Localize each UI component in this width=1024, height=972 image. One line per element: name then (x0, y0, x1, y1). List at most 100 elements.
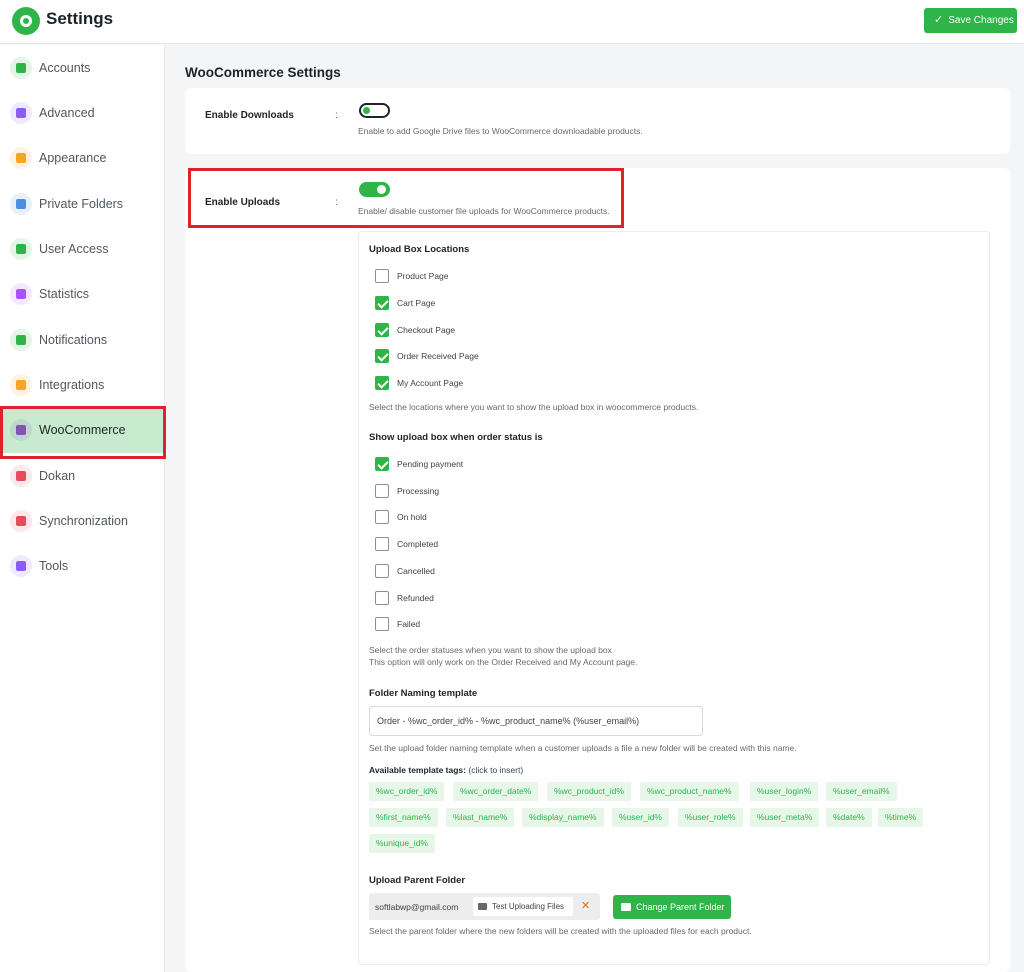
sidebar-item-user-access[interactable]: User Access (0, 227, 165, 272)
status-checkbox[interactable] (375, 537, 389, 552)
template-tag[interactable]: %wc_product_id% (547, 782, 631, 801)
location-checkbox-label: Order Received Page (397, 351, 479, 362)
grid-icon (10, 374, 32, 396)
template-tag[interactable]: %date% (826, 808, 872, 827)
template-tags-hint: (click to insert) (468, 765, 524, 775)
enable-downloads-desc: Enable to add Google Drive files to WooC… (358, 126, 643, 136)
user-access-icon (10, 238, 32, 260)
sidebar-item-tools[interactable]: Tools (0, 544, 165, 589)
location-checkbox[interactable] (375, 295, 389, 310)
sidebar-item-synchronization[interactable]: Synchronization (0, 499, 165, 544)
status-checkbox[interactable] (375, 590, 389, 605)
enable-uploads-toggle[interactable] (359, 182, 390, 197)
template-tag[interactable]: %user_meta% (750, 808, 820, 827)
template-tag[interactable]: %last_name% (446, 808, 515, 827)
sidebar-item-label: Statistics (39, 287, 90, 301)
status-checkbox-label: Refunded (397, 592, 434, 603)
sidebar-item-label: User Access (39, 242, 109, 256)
order-status-desc-2: This option will only work on the Order … (369, 657, 638, 667)
folder-icon (10, 193, 32, 215)
folder-naming-title: Folder Naming template (369, 688, 478, 699)
change-parent-folder-label: Change Parent Folder (636, 902, 725, 912)
sync-icon (10, 510, 32, 532)
status-checkbox-label: Failed (397, 619, 421, 630)
sidebar-item-label: WooCommerce (39, 423, 126, 437)
folder-naming-desc: Set the upload folder naming template wh… (369, 743, 797, 753)
enable-downloads-label: Enable Downloads (205, 110, 294, 121)
location-checkbox[interactable] (375, 376, 389, 391)
sidebar-item-label: Notifications (39, 333, 108, 347)
save-changes-button[interactable]: ✓ Save Changes (924, 8, 1017, 33)
sidebar-item-label: Appearance (39, 151, 107, 165)
template-tags-label: Available template tags: (click to inser… (369, 765, 523, 775)
dokan-icon (10, 465, 32, 487)
template-tag[interactable]: %display_name% (522, 808, 604, 827)
sidebar-item-label: Synchronization (39, 514, 128, 528)
template-tags-title: Available template tags: (369, 765, 466, 775)
user-icon (10, 57, 32, 79)
check-icon: ✓ (934, 14, 944, 26)
sidebar-item-woocommerce[interactable]: WooCommerce (0, 408, 165, 453)
status-checkbox-label: On hold (397, 512, 427, 523)
status-checkbox[interactable] (375, 483, 389, 498)
folder-icon (478, 903, 487, 910)
sidebar-item-statistics[interactable]: Statistics (0, 272, 165, 317)
template-tag[interactable]: %wc_order_id% (369, 782, 445, 801)
location-checkbox-label: Cart Page (397, 297, 436, 308)
sidebar-item-advanced[interactable]: Advanced (0, 91, 165, 136)
sidebar-item-label: Tools (39, 559, 69, 573)
downloads-colon: : (335, 110, 338, 121)
upload-settings-panel (358, 231, 990, 965)
folder-naming-input[interactable] (369, 706, 703, 736)
chart-pie-icon (10, 283, 32, 305)
folder-open-icon (621, 903, 631, 911)
sidebar-item-appearance[interactable]: Appearance (0, 136, 165, 181)
location-checkbox-label: Checkout Page (397, 324, 456, 335)
change-parent-folder-button[interactable]: Change Parent Folder (613, 895, 731, 919)
sidebar-item-label: Integrations (39, 378, 105, 392)
location-checkbox[interactable] (375, 349, 389, 364)
template-tag[interactable]: %user_login% (750, 782, 819, 801)
woocommerce-icon (10, 419, 32, 441)
template-tag[interactable]: %user_role% (678, 808, 743, 827)
sidebar-item-integrations[interactable]: Integrations (0, 363, 165, 408)
status-checkbox-label: Cancelled (397, 565, 435, 576)
sidebar-item-label: Advanced (39, 106, 95, 120)
template-tag[interactable]: %time% (878, 808, 924, 827)
template-tag[interactable]: %wc_product_name% (640, 782, 739, 801)
save-changes-label: Save Changes (948, 15, 1014, 26)
status-checkbox-label: Processing (397, 485, 440, 496)
status-checkbox[interactable] (375, 563, 389, 578)
sidebar-item-private-folders[interactable]: Private Folders (0, 182, 165, 227)
sidebar-item-dokan[interactable]: Dokan (0, 454, 165, 499)
template-tag[interactable]: %unique_id% (369, 834, 435, 853)
sidebar-item-label: Accounts (39, 61, 91, 75)
downloads-card (185, 88, 1010, 154)
order-status-desc-1: Select the order statuses when you want … (369, 645, 612, 655)
sidebar-item-notifications[interactable]: Notifications (0, 318, 165, 363)
sidebar-item-label: Private Folders (39, 197, 124, 211)
enable-uploads-label: Enable Uploads (205, 197, 281, 208)
page-title: Settings (46, 9, 114, 28)
sidebar-item-label: Dokan (39, 469, 76, 483)
template-tag[interactable]: %first_name% (369, 808, 438, 827)
template-tag[interactable]: %user_id% (612, 808, 669, 827)
status-checkbox[interactable] (375, 510, 389, 525)
enable-downloads-toggle[interactable] (359, 103, 390, 118)
parent-folder-box: softlabwp@gmail.com Test Uploading Files… (369, 893, 600, 920)
upload-locations-title: Upload Box Locations (369, 244, 470, 255)
parent-folder-desc: Select the parent folder where the new f… (369, 926, 752, 936)
template-tag[interactable]: %wc_order_date% (453, 782, 539, 801)
status-checkbox[interactable] (375, 617, 389, 632)
sidebar-item-accounts[interactable]: Accounts (0, 46, 165, 91)
app-logo-icon (12, 7, 40, 35)
upload-locations-desc: Select the locations where you want to s… (369, 402, 699, 412)
remove-parent-folder-icon[interactable]: ✕ (581, 899, 590, 912)
template-tag[interactable]: %user_email% (826, 782, 897, 801)
tools-icon (10, 555, 32, 577)
status-checkbox-label: Pending payment (397, 459, 464, 469)
location-checkbox[interactable] (375, 322, 389, 337)
location-checkbox[interactable] (375, 269, 389, 283)
palette-icon (10, 147, 32, 169)
status-checkbox[interactable] (375, 457, 389, 471)
